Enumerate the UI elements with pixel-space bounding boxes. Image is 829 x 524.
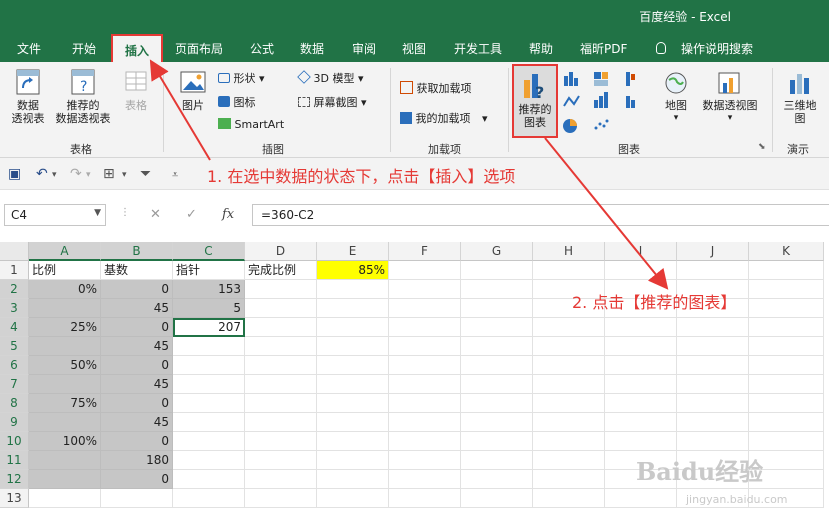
baidu-watermark-url: jingyan.baidu.com	[686, 493, 788, 506]
baidu-watermark: Baidu经验	[636, 457, 764, 486]
arrow-to-recommended-charts	[544, 137, 669, 290]
annotation-arrows	[149, 59, 669, 290]
arrow-to-insert-tab	[149, 59, 211, 161]
